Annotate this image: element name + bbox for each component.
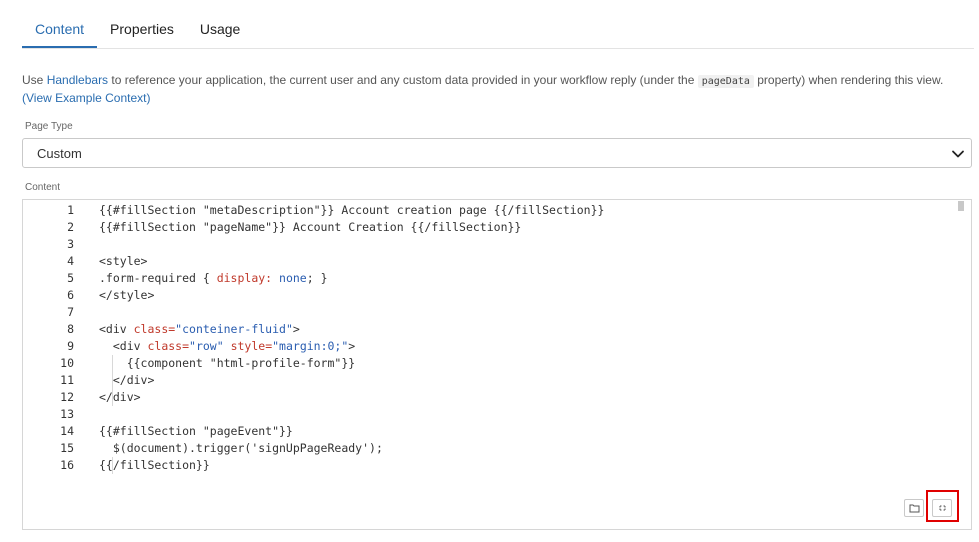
line-number: 16 <box>60 458 74 472</box>
description-text: Use Handlebars to reference your applica… <box>22 72 962 107</box>
code-token: class= <box>147 339 190 353</box>
code-line: <div class="conteiner-fluid"> <box>99 321 957 338</box>
code-line: </style> <box>99 287 957 304</box>
page-type-select[interactable]: Custom <box>22 138 972 168</box>
code-token: $(document).trigger('signUpPageReady'); <box>99 441 383 455</box>
code-token: </div> <box>99 390 141 404</box>
line-number: 3 <box>67 237 74 251</box>
chevron-down-icon <box>952 150 964 158</box>
folder-icon <box>909 504 920 513</box>
code-token: .form-required { <box>99 271 217 285</box>
code-area[interactable]: {{#fillSection "metaDescription"}} Accou… <box>99 200 957 474</box>
line-number: 6 <box>67 288 74 302</box>
view-example-context-link[interactable]: (View Example Context) <box>22 91 151 105</box>
code-token: "margin:0;" <box>272 339 349 353</box>
code-token: {{#fillSection "metaDescription"}} Accou… <box>99 203 605 217</box>
pagedata-code: pageData <box>697 75 754 88</box>
line-number-gutter: 1 2 3 4 5 6 7 8 9 10 11 12 13 14 15 16 <box>23 200 83 474</box>
code-line: {{#fillSection "pageEvent"}} <box>99 423 957 440</box>
code-token: > <box>292 322 300 336</box>
page-type-value: Custom <box>37 146 82 161</box>
code-line: $(document).trigger('signUpPageReady'); <box>99 440 957 457</box>
line-number: 5 <box>67 271 74 285</box>
line-number: 11 <box>60 373 74 387</box>
indent-guide <box>112 457 113 474</box>
code-token: display: <box>216 271 273 285</box>
line-number: 7 <box>67 305 74 319</box>
line-number: 9 <box>67 339 74 353</box>
description-part3: property) when rendering this view. <box>753 73 944 87</box>
code-token: {{#fillSection "pageName"}} Account Crea… <box>99 220 522 234</box>
line-number: 12 <box>60 390 74 404</box>
code-line: </div> <box>99 389 957 406</box>
fullscreen-button-highlight <box>926 490 959 522</box>
code-token: {{/fillSection}} <box>99 458 210 472</box>
code-editor[interactable]: 1 2 3 4 5 6 7 8 9 10 11 12 13 14 15 16 {{#fillSection "… <box>22 199 972 530</box>
indent-guide <box>112 355 113 406</box>
tab-content[interactable]: Content <box>22 1 98 48</box>
code-line: <div class="row" style="margin:0;"> <box>99 338 957 355</box>
code-token: {{#fillSection "pageEvent"}} <box>99 424 293 438</box>
code-token: ; } <box>306 271 328 285</box>
line-number: 8 <box>67 322 74 336</box>
code-line: <style> <box>99 253 957 270</box>
line-number: 2 <box>67 220 74 234</box>
line-number: 14 <box>60 424 74 438</box>
line-number: 4 <box>67 254 74 268</box>
line-number: 13 <box>60 407 74 421</box>
code-line: </div> <box>99 372 957 389</box>
description-part1: Use <box>22 73 47 87</box>
line-number: 10 <box>60 356 74 370</box>
code-line: .form-required { display: none; } <box>99 270 957 287</box>
code-token: {{component "html-profile-form"}} <box>99 356 356 370</box>
folder-button[interactable] <box>904 499 924 517</box>
description-part2: to reference your application, the curre… <box>108 73 698 87</box>
code-line: {{/fillSection}} <box>99 457 957 474</box>
code-token: class= <box>133 322 176 336</box>
code-token: <div <box>99 339 148 353</box>
tab-properties[interactable]: Properties <box>97 1 187 48</box>
code-token: "row" <box>189 339 224 353</box>
line-number: 15 <box>60 441 74 455</box>
code-token: </style> <box>99 288 155 302</box>
code-token: style= <box>230 339 273 353</box>
tab-bar: Content Properties Usage <box>22 0 974 49</box>
tab-usage[interactable]: Usage <box>187 1 253 48</box>
code-token: <div <box>99 322 134 336</box>
content-label: Content <box>25 182 61 193</box>
code-token: > <box>348 339 356 353</box>
code-line: {{component "html-profile-form"}} <box>99 355 957 372</box>
code-line: {{#fillSection "pageName"}} Account Crea… <box>99 219 957 236</box>
code-token: "conteiner-fluid" <box>175 322 293 336</box>
vertical-scrollbar[interactable] <box>958 201 964 211</box>
line-number: 1 <box>67 203 74 217</box>
code-token: </div> <box>99 373 155 387</box>
code-token: <style> <box>99 254 148 268</box>
handlebars-link[interactable]: Handlebars <box>47 73 108 87</box>
code-token: none <box>279 271 307 285</box>
page-type-label: Page Type <box>25 121 73 132</box>
code-line: {{#fillSection "metaDescription"}} Accou… <box>99 202 957 219</box>
